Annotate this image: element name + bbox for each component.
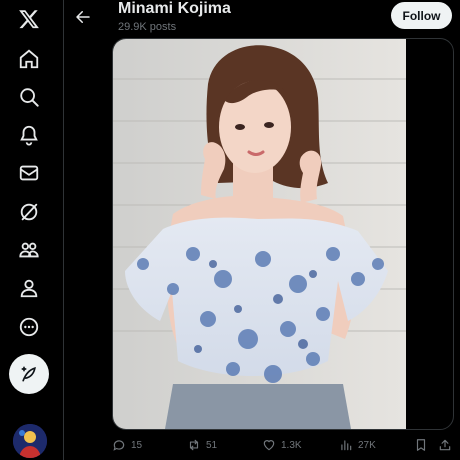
bookmark-button[interactable] xyxy=(414,436,428,454)
post-photo[interactable] xyxy=(113,39,406,429)
compose-feather-icon xyxy=(19,364,39,384)
compose-button[interactable] xyxy=(9,354,49,394)
communities-icon[interactable] xyxy=(16,237,42,263)
messages-envelope-icon[interactable] xyxy=(16,160,42,186)
repost-button[interactable]: 51 xyxy=(187,436,217,454)
like-button[interactable]: 1.3K xyxy=(262,436,302,454)
home-icon[interactable] xyxy=(16,46,42,72)
views-count: 27K xyxy=(358,439,376,451)
post-media[interactable] xyxy=(112,38,454,430)
profile-name: Minami Kojima xyxy=(118,0,231,17)
views-button[interactable]: 27K xyxy=(339,436,376,454)
post-action-bar: 15 51 1.3K 27K xyxy=(112,436,457,456)
repost-icon xyxy=(187,438,201,452)
views-chart-icon xyxy=(339,438,353,452)
profile-icon[interactable] xyxy=(16,275,42,301)
share-upload-icon xyxy=(438,438,452,452)
more-circle-icon[interactable] xyxy=(16,314,42,340)
x-logo-icon[interactable] xyxy=(16,6,42,32)
notifications-bell-icon[interactable] xyxy=(16,122,42,148)
left-nav-rail xyxy=(0,0,58,460)
share-button[interactable] xyxy=(438,436,452,454)
back-button[interactable] xyxy=(72,6,94,28)
heart-icon xyxy=(262,438,276,452)
grok-slash-icon[interactable] xyxy=(16,199,42,225)
reply-count: 15 xyxy=(131,439,143,451)
reply-bubble-icon xyxy=(112,438,126,452)
account-avatar[interactable] xyxy=(13,424,47,458)
repost-count: 51 xyxy=(206,439,218,451)
search-icon[interactable] xyxy=(16,84,42,110)
like-count: 1.3K xyxy=(281,439,302,451)
back-arrow-icon xyxy=(74,8,92,26)
reply-button[interactable]: 15 xyxy=(112,436,142,454)
column-divider xyxy=(63,0,64,460)
follow-button[interactable]: Follow xyxy=(391,2,452,29)
posts-count: 29.9K posts xyxy=(118,21,177,33)
bookmark-icon xyxy=(414,438,428,452)
